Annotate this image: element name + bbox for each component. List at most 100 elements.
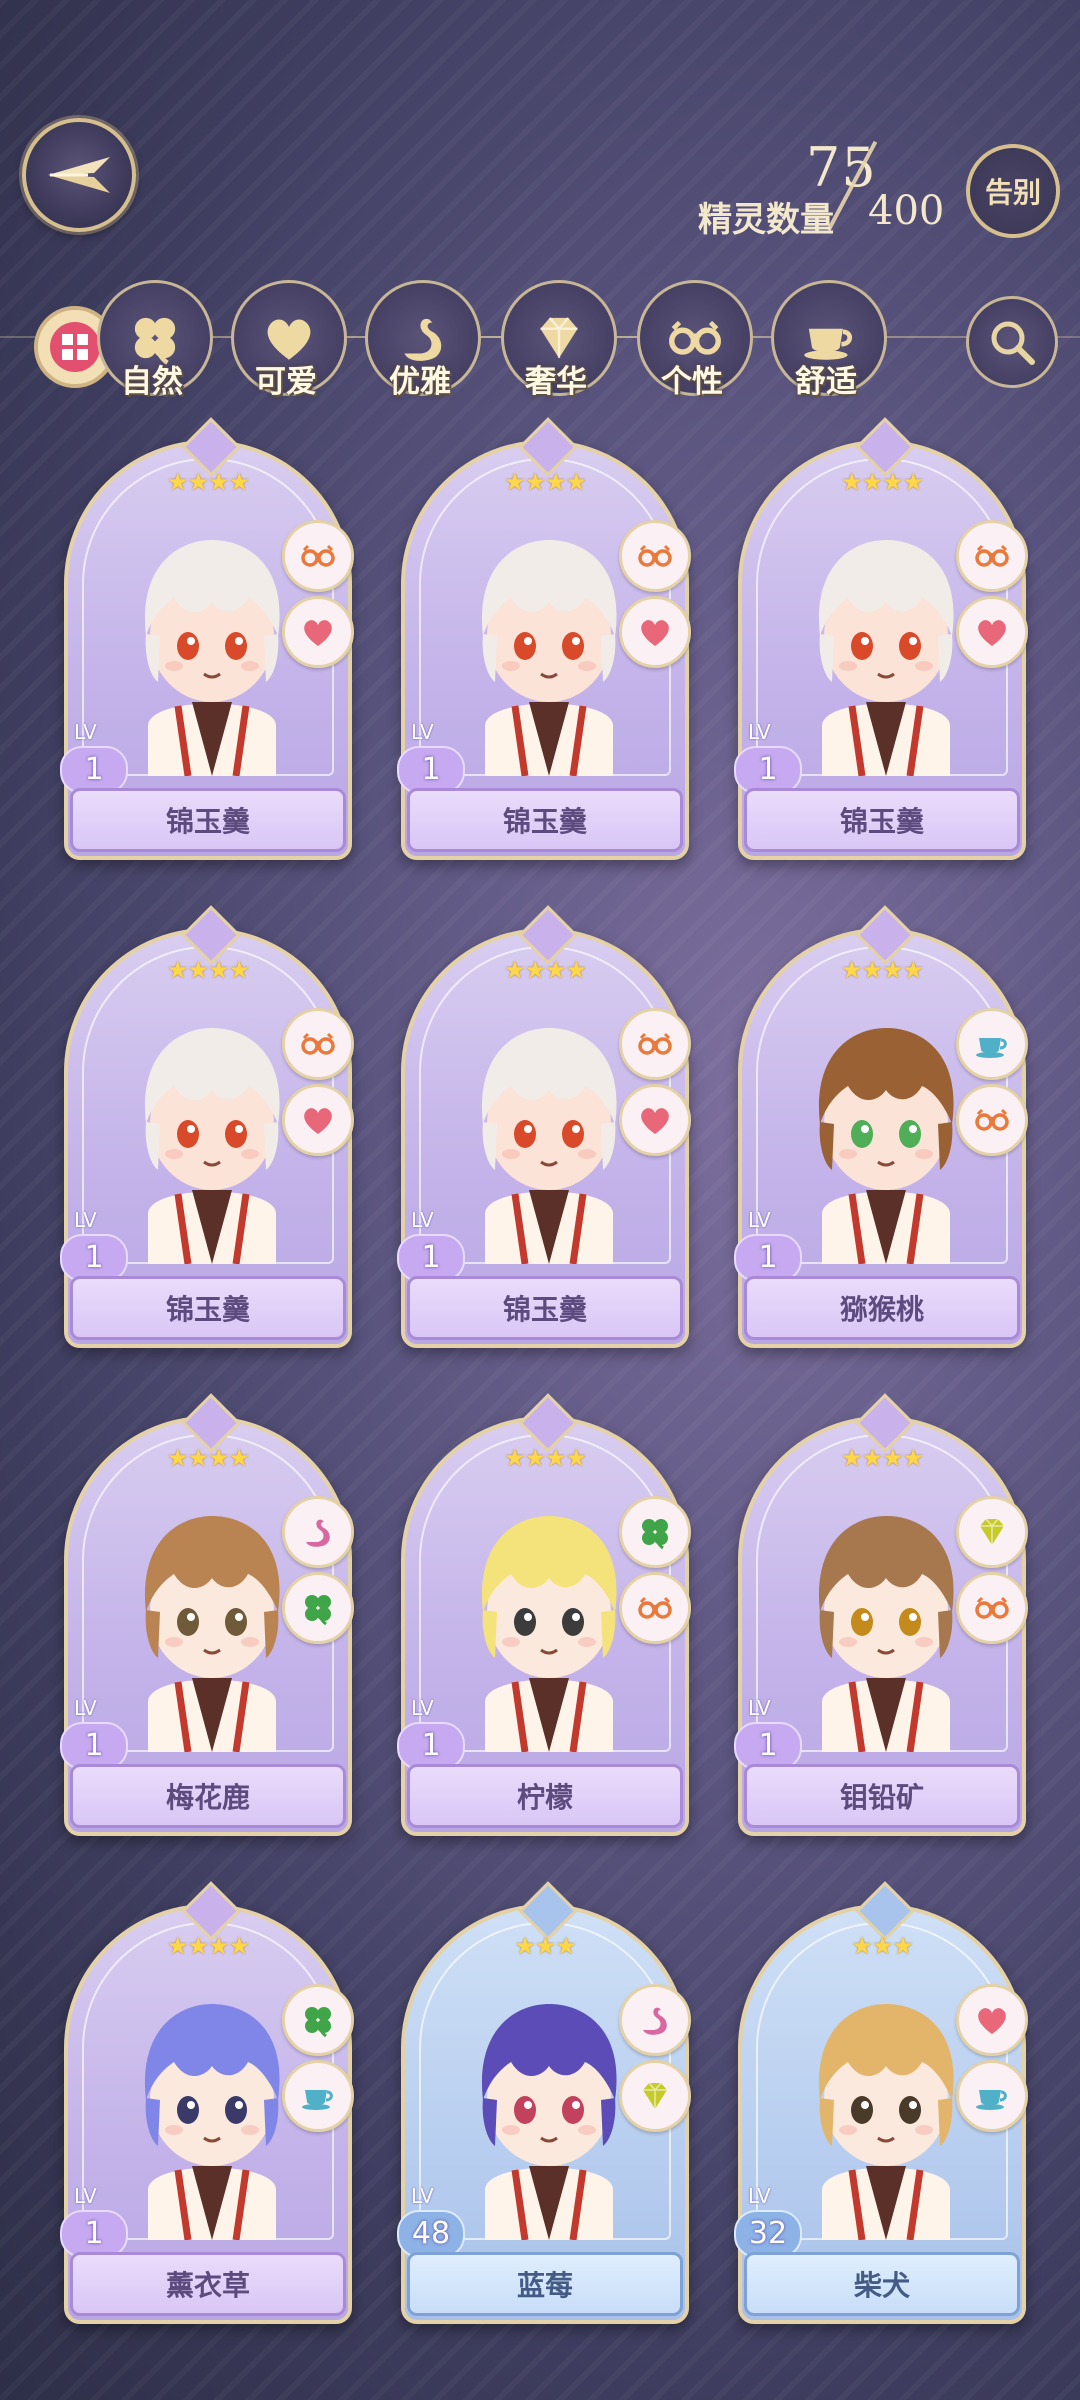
heart-icon <box>972 612 1012 652</box>
level-label: LV <box>748 2184 771 2208</box>
level-value: 1 <box>397 1234 465 1282</box>
level-badge: LV 1 <box>397 1696 467 1770</box>
glasses-icon <box>298 1024 338 1064</box>
trait-badge <box>282 1084 354 1156</box>
teacup-icon <box>972 1024 1012 1064</box>
heart-icon <box>972 2000 1012 2040</box>
diamond-icon <box>972 1512 1012 1552</box>
trait-badge <box>619 1984 691 2056</box>
level-badge: LV 1 <box>60 2184 130 2258</box>
filter-label: 可爱 <box>255 364 317 400</box>
trait-badge <box>956 596 1028 668</box>
level-badge: LV 1 <box>734 720 804 794</box>
diamond-icon <box>635 2076 675 2116</box>
trait-badge <box>956 1008 1028 1080</box>
spirit-name: 猕猴桃 <box>744 1276 1020 1340</box>
spirit-card[interactable]: ★★★★ LV 1 柠檬 <box>397 1393 691 1836</box>
next-row-hint <box>0 2384 1080 2400</box>
spirit-name: 锦玉羹 <box>70 1276 346 1340</box>
star-rating: ★★★★ <box>840 956 924 984</box>
glasses-icon <box>972 1588 1012 1628</box>
heart-icon <box>298 1100 338 1140</box>
level-label: LV <box>74 1208 97 1232</box>
level-value: 1 <box>397 1722 465 1770</box>
level-badge: LV 32 <box>734 2184 804 2258</box>
star-rating: ★★★★ <box>503 468 587 496</box>
spirit-card[interactable]: ★★★★ LV 1 锦玉羹 <box>60 417 354 860</box>
level-value: 1 <box>60 2210 128 2258</box>
back-wing-icon <box>48 157 110 193</box>
star-rating: ★★★★ <box>166 956 250 984</box>
trait-badge <box>619 1084 691 1156</box>
star-rating: ★★★★ <box>166 468 250 496</box>
teacup-icon <box>298 2076 338 2116</box>
level-badge: LV 1 <box>734 1208 804 1282</box>
level-badge: LV 48 <box>397 2184 467 2258</box>
clover-icon <box>298 1588 338 1628</box>
clover-icon <box>635 1512 675 1552</box>
swan-icon <box>298 1512 338 1552</box>
spirit-card[interactable]: ★★★★ LV 1 锦玉羹 <box>734 417 1028 860</box>
trait-badge <box>282 1572 354 1644</box>
spirit-count: 75 精灵数量 400 <box>690 136 950 240</box>
search-button[interactable] <box>966 296 1058 388</box>
level-value: 1 <box>60 746 128 794</box>
grid-icon <box>62 334 88 360</box>
trait-badge <box>282 1496 354 1568</box>
level-badge: LV 1 <box>734 1696 804 1770</box>
search-icon <box>991 321 1035 365</box>
spirit-card[interactable]: ★★★★ LV 1 梅花鹿 <box>60 1393 354 1836</box>
spirit-name: 钼铅矿 <box>744 1764 1020 1828</box>
trait-badge <box>956 1496 1028 1568</box>
level-badge: LV 1 <box>397 720 467 794</box>
trait-badge <box>619 1496 691 1568</box>
teacup-icon <box>972 2076 1012 2116</box>
spirit-card[interactable]: ★★★★ LV 1 猕猴桃 <box>734 905 1028 1348</box>
trait-badge <box>619 1008 691 1080</box>
filter-label: 优雅 <box>389 364 451 400</box>
star-rating: ★★★★ <box>166 1444 250 1472</box>
heart-icon <box>298 612 338 652</box>
level-value: 1 <box>734 1234 802 1282</box>
swan-icon <box>635 2000 675 2040</box>
spirit-card[interactable]: ★★★★ LV 1 薰衣草 <box>60 1881 354 2324</box>
trait-badge <box>282 1984 354 2056</box>
spirit-card[interactable]: ★★★★ LV 1 锦玉羹 <box>397 417 691 860</box>
level-label: LV <box>411 1696 434 1720</box>
level-value: 1 <box>60 1722 128 1770</box>
trait-badge <box>282 1008 354 1080</box>
filter-label: 个性 <box>661 364 723 400</box>
level-label: LV <box>411 1208 434 1232</box>
spirit-name: 锦玉羹 <box>407 1276 683 1340</box>
star-rating: ★★★★ <box>840 468 924 496</box>
trait-badge <box>956 520 1028 592</box>
level-label: LV <box>74 1696 97 1720</box>
spirit-card[interactable]: ★★★★ LV 1 钼铅矿 <box>734 1393 1028 1836</box>
trait-badge <box>956 1572 1028 1644</box>
filter-label: 舒适 <box>795 364 857 400</box>
heart-icon <box>635 612 675 652</box>
level-value: 1 <box>60 1234 128 1282</box>
spirit-card[interactable]: ★★★★ LV 1 锦玉羹 <box>397 905 691 1348</box>
trait-badge <box>956 1084 1028 1156</box>
star-rating: ★★★ <box>514 1932 577 1960</box>
level-badge: LV 1 <box>60 1696 130 1770</box>
level-badge: LV 1 <box>60 720 130 794</box>
trait-badge <box>282 596 354 668</box>
level-label: LV <box>74 720 97 744</box>
heart-icon <box>635 1100 675 1140</box>
spirit-card[interactable]: ★★★ LV 32 柴犬 <box>734 1881 1028 2324</box>
level-badge: LV 1 <box>397 1208 467 1282</box>
spirit-card[interactable]: ★★★★ LV 1 锦玉羹 <box>60 905 354 1348</box>
glasses-icon <box>298 536 338 576</box>
trait-badge <box>282 2060 354 2132</box>
spirit-name: 锦玉羹 <box>407 788 683 852</box>
level-label: LV <box>411 720 434 744</box>
spirit-card[interactable]: ★★★ LV 48 蓝莓 <box>397 1881 691 2324</box>
back-button[interactable] <box>22 118 136 232</box>
level-label: LV <box>748 1696 771 1720</box>
glasses-icon <box>635 1588 675 1628</box>
trait-badge <box>282 520 354 592</box>
filter-label: 自然 <box>121 364 183 400</box>
farewell-button[interactable]: 告别 <box>966 144 1060 238</box>
